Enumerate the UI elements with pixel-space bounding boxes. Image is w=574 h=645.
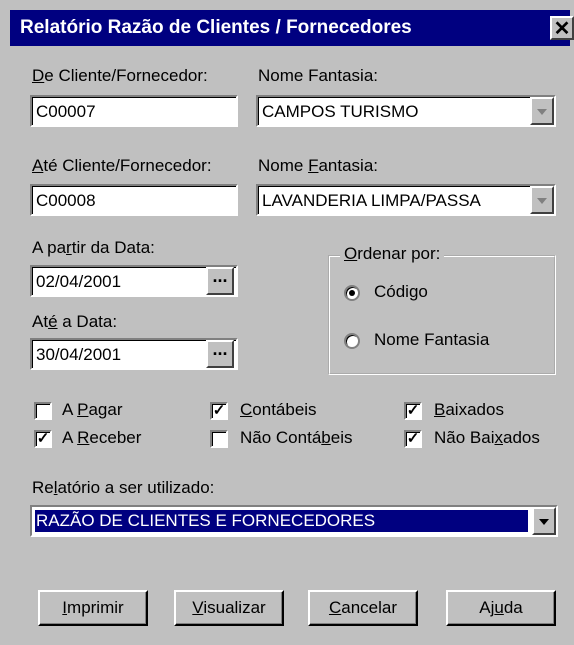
- end-date-value: 30/04/2001: [36, 345, 122, 364]
- report-select-value: RAZÃO DE CLIENTES E FORNECEDORES: [36, 511, 376, 530]
- contabeis-checkbox[interactable]: ✓: [210, 402, 228, 420]
- checkmark-icon: ✓: [406, 430, 420, 447]
- close-button[interactable]: ✕: [550, 16, 574, 40]
- nao-contabeis-checkbox[interactable]: [210, 430, 228, 448]
- from-name-value: CAMPOS TURISMO: [262, 102, 419, 121]
- order-code-radio[interactable]: [344, 285, 360, 301]
- to-name-label: Nome Fantasia:: [258, 156, 379, 175]
- order-by-group: [328, 255, 556, 375]
- a-receber-label[interactable]: A Receber: [62, 428, 141, 448]
- start-date-picker-button[interactable]: ...: [206, 267, 234, 295]
- report-select[interactable]: RAZÃO DE CLIENTES E FORNECEDORES: [30, 505, 558, 537]
- checkmark-icon: ✓: [36, 430, 50, 447]
- nao-baixados-label[interactable]: Não Baixados: [434, 428, 540, 448]
- cancel-button[interactable]: Cancelar: [308, 590, 418, 626]
- order-code-label[interactable]: Código: [374, 282, 428, 302]
- to-client-label: Até Cliente/Fornecedor:: [32, 156, 212, 175]
- to-client-code-input[interactable]: C00008: [30, 184, 238, 216]
- to-name-combo[interactable]: LAVANDERIA LIMPA/PASSA: [256, 184, 556, 216]
- chevron-down-icon: [539, 519, 549, 525]
- start-date-value: 02/04/2001: [36, 272, 122, 291]
- a-pagar-label[interactable]: A Pagar: [62, 400, 123, 420]
- from-client-code-value: C00007: [36, 102, 96, 121]
- a-receber-checkbox[interactable]: ✓: [34, 430, 52, 448]
- end-date-picker-button[interactable]: ...: [206, 340, 234, 368]
- baixados-label[interactable]: Baixados: [434, 400, 504, 420]
- ellipsis-icon: ...: [212, 266, 228, 286]
- from-name-dropdown-button[interactable]: [530, 97, 554, 125]
- order-name-radio[interactable]: [344, 333, 360, 349]
- end-date-label: Até a Data:: [32, 312, 118, 331]
- chevron-down-icon: [537, 198, 547, 204]
- nao-contabeis-label[interactable]: Não Contábeis: [240, 428, 352, 448]
- order-name-label[interactable]: Nome Fantasia: [374, 330, 489, 350]
- checkmark-icon: ✓: [406, 402, 420, 419]
- chevron-down-icon: [537, 109, 547, 115]
- window-title: Relatório Razão de Clientes / Fornecedor…: [20, 17, 412, 38]
- from-client-label: De Cliente/Fornecedor:: [32, 66, 208, 85]
- to-name-value: LAVANDERIA LIMPA/PASSA: [262, 191, 481, 210]
- checkmark-icon: ✓: [212, 402, 226, 419]
- report-dropdown-button[interactable]: [532, 507, 556, 535]
- help-button[interactable]: Ajuda: [446, 590, 556, 626]
- from-name-label: Nome Fantasia:: [258, 66, 378, 85]
- from-name-combo[interactable]: CAMPOS TURISMO: [256, 95, 556, 127]
- to-client-code-value: C00008: [36, 191, 96, 210]
- order-by-title: Ordenar por:: [340, 244, 445, 264]
- baixados-checkbox[interactable]: ✓: [404, 402, 422, 420]
- preview-button[interactable]: Visualizar: [174, 590, 284, 626]
- dialog-window: Relatório Razão de Clientes / Fornecedor…: [0, 0, 574, 645]
- to-name-dropdown-button[interactable]: [530, 186, 554, 214]
- close-icon: ✕: [553, 18, 571, 40]
- title-bar[interactable]: Relatório Razão de Clientes / Fornecedor…: [10, 10, 574, 46]
- print-button[interactable]: Imprimir: [38, 590, 148, 626]
- report-label: Relatório a ser utilizado:: [32, 478, 215, 497]
- nao-baixados-checkbox[interactable]: ✓: [404, 430, 422, 448]
- contabeis-label[interactable]: Contábeis: [240, 400, 317, 420]
- from-client-code-input[interactable]: C00007: [30, 95, 238, 127]
- start-date-label: A partir da Data:: [32, 238, 155, 257]
- a-pagar-checkbox[interactable]: [34, 402, 52, 420]
- ellipsis-icon: ...: [212, 339, 228, 359]
